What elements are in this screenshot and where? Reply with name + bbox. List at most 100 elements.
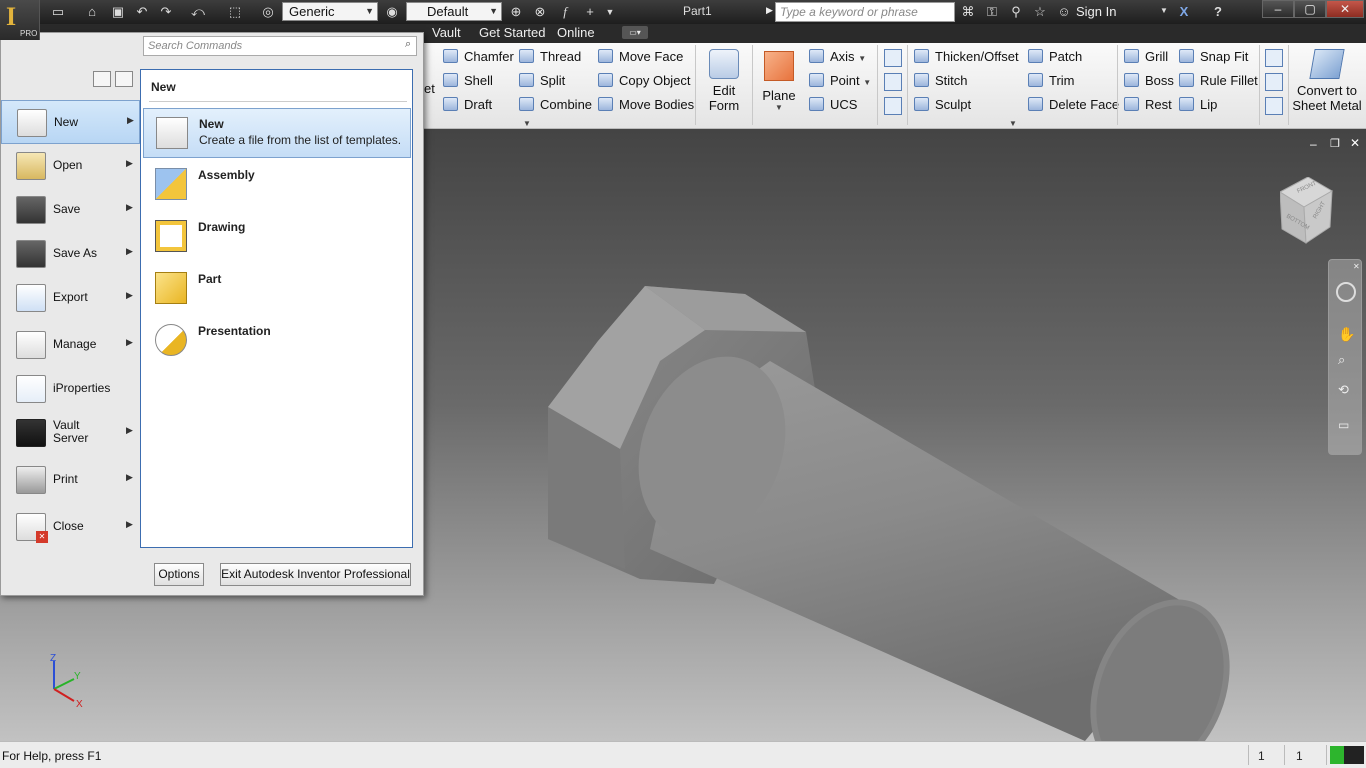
tab-get-started[interactable]: Get Started	[479, 25, 545, 40]
edit-sketch-icon[interactable]	[1265, 73, 1283, 91]
doc-minimize-icon[interactable]: –	[1310, 137, 1317, 151]
material-dropdown[interactable]: Generic ▼	[282, 2, 378, 21]
panel-expand-icon[interactable]: ▼	[523, 119, 531, 128]
sculpt-button[interactable]: Sculpt	[914, 97, 971, 112]
pan-icon[interactable]: ✋	[1338, 326, 1355, 343]
snap-fit-button[interactable]: Snap Fit	[1179, 49, 1248, 64]
new-drawing-item[interactable]: Drawing	[143, 212, 411, 262]
minimize-button[interactable]: –	[1262, 0, 1294, 18]
material-icon[interactable]: ◎	[258, 3, 278, 21]
clear-icon[interactable]: ⊗	[530, 3, 550, 21]
tab-vault[interactable]: Vault	[432, 25, 461, 40]
sketch-icon[interactable]	[1265, 49, 1283, 67]
close-window-button[interactable]: ✕	[1326, 0, 1364, 18]
split-button[interactable]: Split	[519, 73, 565, 88]
pattern-rect-icon[interactable]	[884, 49, 902, 67]
user-icon[interactable]: ☺	[1054, 3, 1074, 21]
open-documents-icon[interactable]	[115, 71, 133, 87]
thread-button[interactable]: Thread	[519, 49, 581, 64]
patch-button[interactable]: Patch	[1028, 49, 1082, 64]
plus-icon[interactable]: +	[580, 3, 600, 21]
new-from-template-item[interactable]: New Create a file from the list of templ…	[143, 108, 411, 158]
application-menu-button[interactable]: I PRO	[0, 0, 40, 40]
ucs-button[interactable]: UCS	[809, 97, 857, 112]
help-icon[interactable]: ?	[1208, 3, 1228, 21]
plane-button[interactable]: Plane ▼	[760, 45, 798, 125]
key-icon[interactable]: ⚿	[982, 3, 1002, 21]
tab-online[interactable]: Online	[557, 25, 595, 40]
shell-button[interactable]: Shell	[443, 73, 493, 88]
move-bodies-button[interactable]: Move Bodies	[598, 97, 694, 112]
nav-close-icon[interactable]: ✕	[1353, 262, 1360, 271]
menu-item-iproperties[interactable]: iProperties	[1, 367, 140, 411]
satellite-icon[interactable]: ⚲	[1006, 3, 1026, 21]
mirror-icon[interactable]	[884, 97, 902, 115]
help-search-input[interactable]: Type a keyword or phrase	[775, 2, 955, 22]
new-part-item[interactable]: Part	[143, 264, 411, 314]
menu-item-export[interactable]: Export ▶	[1, 276, 140, 320]
derive-icon[interactable]	[1265, 97, 1283, 115]
appearance-dropdown[interactable]: Default ▼	[406, 2, 502, 21]
save-icon[interactable]: ▣	[108, 3, 128, 21]
exit-button[interactable]: Exit Autodesk Inventor Professional	[220, 563, 411, 586]
adjust-icon[interactable]: ⊕	[506, 3, 526, 21]
play-icon[interactable]: ▶	[766, 5, 773, 16]
steering-wheel-icon[interactable]	[1336, 282, 1356, 302]
trim-button[interactable]: Trim	[1028, 73, 1075, 88]
menu-item-print[interactable]: Print ▶	[1, 458, 140, 502]
zoom-icon[interactable]: ⌕	[1338, 352, 1345, 368]
pattern-circ-icon[interactable]	[884, 73, 902, 91]
new-file-icon[interactable]: ▭	[48, 3, 68, 21]
menu-item-new[interactable]: New ▶	[1, 100, 140, 144]
sign-in-link[interactable]: Sign In	[1076, 4, 1116, 19]
tab-options-icon[interactable]: ▭▾	[622, 26, 648, 39]
customize-icon[interactable]: ▼	[600, 3, 620, 21]
move-face-button[interactable]: Move Face	[598, 49, 683, 64]
doc-close-icon[interactable]: ✕	[1350, 136, 1360, 150]
menu-item-close[interactable]: ✕ Close ▶	[1, 505, 140, 549]
return-icon[interactable]: ⤺	[188, 3, 208, 21]
thicken-offset-button[interactable]: Thicken/Offset	[914, 49, 1019, 64]
menu-item-open[interactable]: Open ▶	[1, 144, 140, 188]
menu-item-vault-server[interactable]: Vault Server ▶	[1, 411, 140, 455]
stitch-button[interactable]: Stitch	[914, 73, 968, 88]
recent-documents-icon[interactable]	[93, 71, 111, 87]
delete-face-button[interactable]: Delete Face	[1028, 97, 1119, 112]
menu-item-save-as[interactable]: Save As ▶	[1, 232, 140, 276]
new-presentation-item[interactable]: Presentation	[143, 316, 411, 366]
copy-object-button[interactable]: Copy Object	[598, 73, 691, 88]
search-commands-input[interactable]: Search Commands	[143, 36, 417, 56]
redo-icon[interactable]: ↷	[156, 3, 176, 21]
axis-button[interactable]: Axis ▼	[809, 49, 866, 64]
rule-fillet-button[interactable]: Rule Fillet	[1179, 73, 1258, 88]
maximize-button[interactable]: ▢	[1294, 0, 1326, 18]
boss-button[interactable]: Boss	[1124, 73, 1174, 88]
rest-button[interactable]: Rest	[1124, 97, 1172, 112]
binoculars-icon[interactable]: ⌘	[958, 3, 978, 21]
chamfer-button[interactable]: Chamfer	[443, 49, 514, 64]
menu-item-save[interactable]: Save ▶	[1, 188, 140, 232]
doc-restore-icon[interactable]: ❐	[1330, 137, 1340, 150]
options-button[interactable]: Options	[154, 563, 204, 586]
chevron-down-icon[interactable]: ▼	[1160, 6, 1168, 15]
star-icon[interactable]: ☆	[1030, 3, 1050, 21]
open-file-icon[interactable]: ⌂	[82, 3, 102, 21]
grill-button[interactable]: Grill	[1124, 49, 1168, 64]
lip-button[interactable]: Lip	[1179, 97, 1217, 112]
point-button[interactable]: Point ▼	[809, 73, 871, 88]
combine-button[interactable]: Combine	[519, 97, 592, 112]
panel-expand-icon[interactable]: ▼	[1009, 119, 1017, 128]
search-icon[interactable]: ⌕	[405, 38, 411, 51]
menu-item-manage[interactable]: Manage ▶	[1, 323, 140, 367]
exchange-icon[interactable]: X	[1174, 3, 1194, 21]
convert-to-sheet-metal-button[interactable]: Convert to Sheet Metal	[1292, 45, 1362, 125]
undo-icon[interactable]: ↶	[132, 3, 152, 21]
orbit-icon[interactable]: ⟲	[1338, 382, 1349, 398]
fx-icon[interactable]: f	[555, 3, 575, 21]
select-icon[interactable]: ⬚	[225, 3, 245, 21]
new-assembly-item[interactable]: Assembly	[143, 160, 411, 210]
viewcube[interactable]: FRONT BOTTOM RIGHT	[1279, 176, 1340, 244]
edit-form-button[interactable]: Edit Form	[700, 45, 748, 125]
color-wheel-icon[interactable]: ◉	[382, 3, 402, 21]
draft-button[interactable]: Draft	[443, 97, 492, 112]
